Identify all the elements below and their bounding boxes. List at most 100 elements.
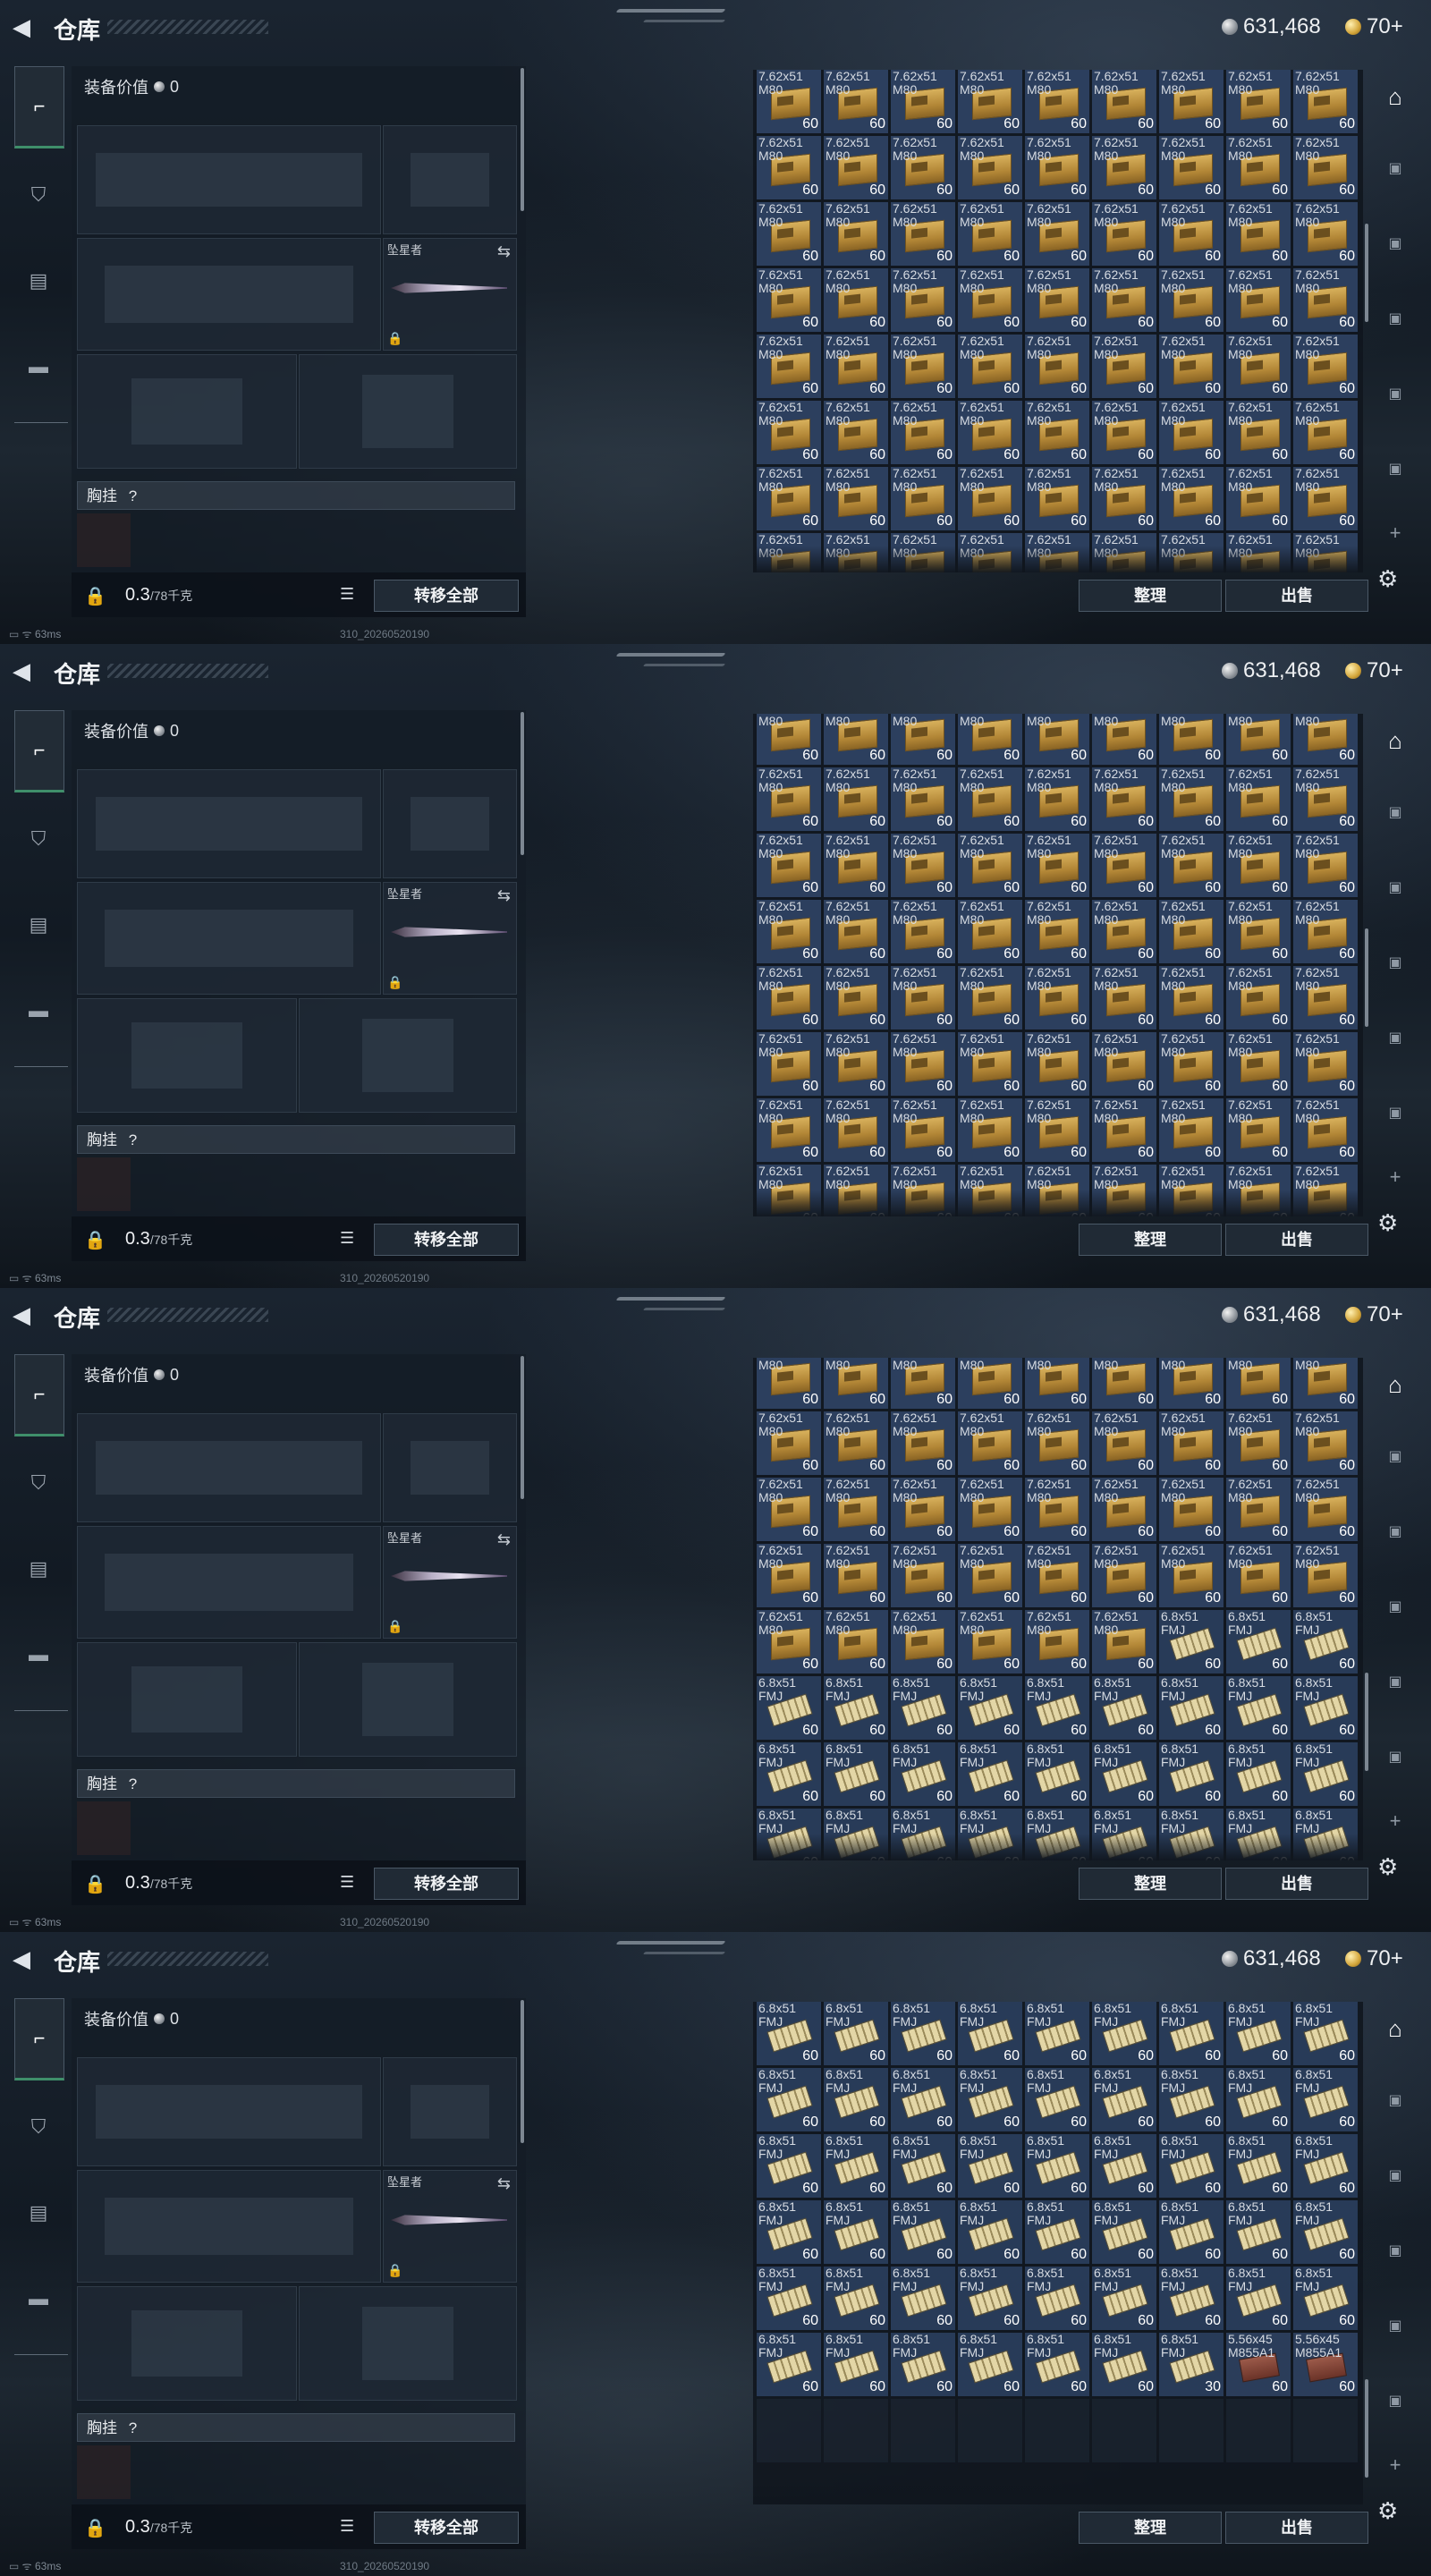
storage-tab-iv-icon[interactable]: ▣ [1376, 1018, 1415, 1057]
inventory-item[interactable]: 7.62x51 M80 60 [1025, 714, 1089, 765]
inventory-item[interactable]: 7.62x51 M80 60 [824, 714, 888, 765]
inventory-item[interactable]: 6.8x51 FMJ 60 [1159, 2200, 1224, 2264]
inventory-item[interactable]: 7.62x51 M80 60 [1159, 401, 1224, 464]
storage-tab-v-icon[interactable]: ▣ [1376, 1093, 1415, 1132]
inventory-item[interactable]: 7.62x51 M80 60 [958, 767, 1022, 831]
inventory-scrollbar[interactable] [1365, 2379, 1368, 2478]
inventory-item[interactable]: 7.62x51 M80 60 [891, 1032, 955, 1096]
chest-rig-header[interactable]: 胸挂 ? [77, 2413, 515, 2442]
inventory-item[interactable]: 7.62x51 M80 60 [824, 268, 888, 332]
inventory-item[interactable]: 7.62x51 M80 60 [1293, 1358, 1358, 1409]
melee-slot[interactable]: 坠星者 ⇆ 🔒 [383, 238, 517, 351]
inventory-item[interactable]: 6.8x51 FMJ 60 [958, 2333, 1022, 2396]
inventory-item[interactable]: 7.62x51 M80 60 [1226, 714, 1291, 765]
inventory-item[interactable]: 6.8x51 FMJ 60 [757, 2002, 821, 2065]
inventory-item[interactable]: 6.8x51 FMJ 60 [824, 2134, 888, 2198]
inventory-item[interactable]: 7.62x51 M80 60 [1293, 136, 1358, 199]
inventory-item[interactable]: 6.8x51 FMJ 60 [1293, 2134, 1358, 2198]
inventory-item[interactable]: 6.8x51 FMJ 60 [891, 2267, 955, 2330]
inventory-item[interactable]: 7.62x51 M80 60 [1025, 767, 1089, 831]
inventory-item[interactable]: 6.8x51 FMJ 60 [757, 2333, 821, 2396]
inventory-item[interactable]: 7.62x51 M80 60 [824, 1478, 888, 1541]
inventory-item[interactable]: 6.8x51 FMJ 60 [1226, 1676, 1291, 1740]
inventory-item[interactable]: 7.62x51 M80 60 [1092, 1610, 1156, 1674]
swap-icon[interactable]: ⇆ [497, 1530, 511, 1549]
inventory-item[interactable]: 6.8x51 FMJ 60 [824, 2333, 888, 2396]
inventory-item[interactable]: 7.62x51 M80 60 [891, 966, 955, 1030]
equipment-scrollbar[interactable] [521, 1356, 524, 1499]
inventory-item[interactable]: 6.8x51 FMJ 60 [1293, 1610, 1358, 1674]
inventory-item[interactable]: 7.62x51 M80 60 [1092, 268, 1156, 332]
inventory-item[interactable]: 7.62x51 M80 60 [1092, 767, 1156, 831]
nav-rig-icon[interactable]: ▤ [14, 2174, 63, 2252]
nav-weapons-icon[interactable]: ⌐ [14, 1998, 64, 2080]
inventory-item[interactable]: 7.62x51 M80 60 [891, 1098, 955, 1162]
inventory-item[interactable]: 7.62x51 M80 60 [1293, 900, 1358, 963]
inventory-item[interactable]: 6.8x51 FMJ 60 [1025, 2068, 1089, 2131]
inventory-item[interactable]: 6.8x51 FMJ 60 [958, 1676, 1022, 1740]
inventory-item[interactable]: 7.62x51 M80 60 [1092, 202, 1156, 266]
inventory-item[interactable]: 6.8x51 FMJ 60 [891, 2333, 955, 2396]
inventory-item[interactable]: 6.8x51 FMJ 60 [1159, 2267, 1224, 2330]
transfer-all-button[interactable]: 转移全部 [374, 1224, 519, 1256]
inventory-item[interactable]: 7.62x51 M80 60 [1159, 1411, 1224, 1475]
lock-icon[interactable]: 🔒 [84, 2517, 106, 2539]
nav-rig-icon[interactable]: ▤ [14, 242, 63, 320]
inventory-item[interactable]: 7.62x51 M80 60 [958, 335, 1022, 398]
inventory-item[interactable]: 7.62x51 M80 60 [958, 900, 1022, 963]
inventory-item[interactable]: 6.8x51 FMJ 60 [1092, 2267, 1156, 2330]
inventory-item[interactable]: 7.62x51 M80 60 [1293, 966, 1358, 1030]
inventory-item[interactable]: 7.62x51 M80 60 [1226, 1478, 1291, 1541]
inventory-item[interactable]: 6.8x51 FMJ 60 [958, 2267, 1022, 2330]
nav-armor-icon[interactable]: ⛉ [14, 2088, 63, 2166]
inventory-item[interactable]: 7.62x51 M80 60 [958, 202, 1022, 266]
inventory-item[interactable]: 6.8x51 FMJ 60 [757, 2200, 821, 2264]
inventory-item[interactable]: 7.62x51 M80 60 [958, 1544, 1022, 1607]
inventory-item[interactable]: 7.62x51 M80 60 [824, 1098, 888, 1162]
inventory-item[interactable]: 6.8x51 FMJ 60 [1159, 2002, 1224, 2065]
inventory-item[interactable]: 7.62x51 M80 60 [1159, 1358, 1224, 1409]
storage-tab-i-icon[interactable]: ▣ [1376, 1436, 1415, 1476]
chest-rig-slot[interactable] [77, 1157, 131, 1211]
inventory-item[interactable]: 6.8x51 FMJ 60 [1025, 1676, 1089, 1740]
inventory-item[interactable]: 7.62x51 M80 60 [757, 1610, 821, 1674]
inventory-item[interactable]: 7.62x51 M80 60 [1293, 1411, 1358, 1475]
inventory-item[interactable]: 7.62x51 M80 60 [1293, 834, 1358, 897]
inventory-item[interactable]: 6.8x51 FMJ 60 [1092, 2134, 1156, 2198]
inventory-item[interactable]: 7.62x51 M80 60 [824, 1358, 888, 1409]
warehouse-icon[interactable]: ⌂ [1376, 1365, 1415, 1404]
inventory-item[interactable]: 7.62x51 M80 60 [958, 401, 1022, 464]
inventory-item[interactable]: 6.8x51 FMJ 60 [958, 2134, 1022, 2198]
inventory-item[interactable]: 7.62x51 M80 60 [824, 136, 888, 199]
nav-backpack-icon[interactable]: ▬ [14, 327, 63, 406]
inventory-item[interactable]: 6.8x51 FMJ 60 [958, 2068, 1022, 2131]
inventory-item[interactable]: 7.62x51 M80 60 [824, 1032, 888, 1096]
inventory-item[interactable]: 7.62x51 M80 60 [958, 1411, 1022, 1475]
sell-button[interactable]: 出售 [1225, 580, 1368, 612]
storage-tab-ii-icon[interactable]: ▣ [1376, 2156, 1415, 2195]
inventory-item[interactable]: 7.62x51 M80 60 [824, 202, 888, 266]
inventory-item[interactable]: 7.62x51 M80 60 [1025, 70, 1089, 133]
inventory-item[interactable]: 7.62x51 M80 60 [1025, 1610, 1089, 1674]
gear-icon[interactable]: ⚙ [1377, 1853, 1398, 1881]
back-icon[interactable]: ◀ [13, 1302, 38, 1327]
chest-rig-header[interactable]: 胸挂 ? [77, 1769, 515, 1798]
chest-rig-header[interactable]: 胸挂 ? [77, 1125, 515, 1154]
help-icon[interactable]: ? [129, 2419, 137, 2436]
inventory-item[interactable]: 6.8x51 FMJ 60 [1025, 2333, 1089, 2396]
inventory-item[interactable]: 6.8x51 FMJ 60 [1159, 1610, 1224, 1674]
inventory-item[interactable]: 7.62x51 M80 60 [1226, 834, 1291, 897]
equipment-scrollbar[interactable] [521, 68, 524, 211]
inventory-item[interactable]: 7.62x51 M80 60 [1226, 401, 1291, 464]
add-tab-icon[interactable]: + [1376, 513, 1415, 553]
inventory-item[interactable]: 7.62x51 M80 60 [1025, 1544, 1089, 1607]
inventory-item[interactable]: 7.62x51 M80 60 [824, 467, 888, 530]
inventory-item[interactable]: 6.8x51 FMJ 60 [1293, 2200, 1358, 2264]
inventory-item[interactable]: 7.62x51 M80 60 [958, 1358, 1022, 1409]
inventory-item[interactable]: 7.62x51 M80 60 [1159, 834, 1224, 897]
inventory-item[interactable]: 7.62x51 M80 60 [1092, 966, 1156, 1030]
transfer-all-button[interactable]: 转移全部 [374, 580, 519, 612]
inventory-item[interactable]: 7.62x51 M80 60 [757, 1032, 821, 1096]
inventory-item[interactable]: 7.62x51 M80 60 [1025, 136, 1089, 199]
inventory-item[interactable]: 7.62x51 M80 60 [1092, 1411, 1156, 1475]
